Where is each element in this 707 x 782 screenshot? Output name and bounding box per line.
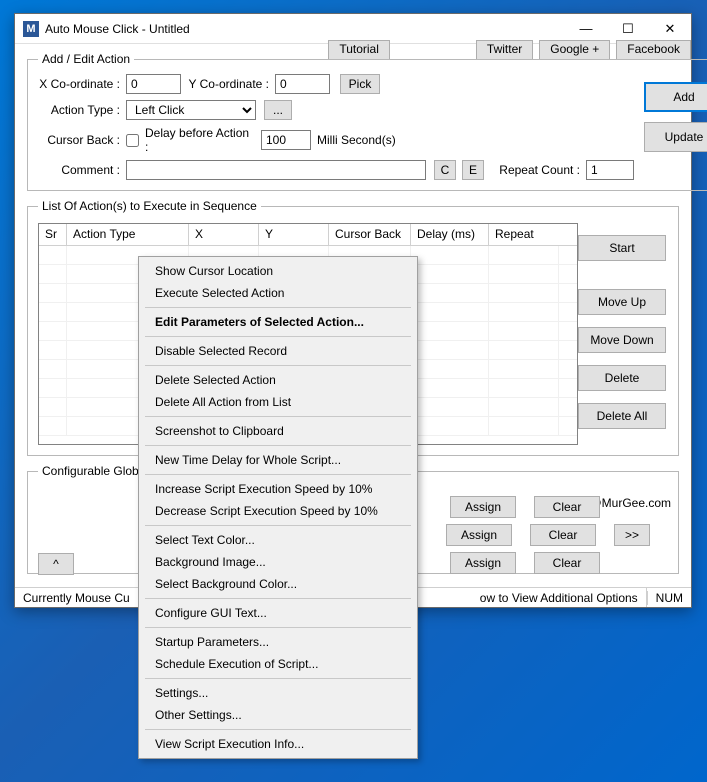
context-item[interactable]: Increase Script Execution Speed by 10% xyxy=(141,478,415,500)
repeat-count-input[interactable] xyxy=(586,160,634,180)
context-separator xyxy=(145,416,411,417)
y-coord-input[interactable] xyxy=(275,74,330,94)
col-x[interactable]: X xyxy=(189,224,259,245)
c-button[interactable]: C xyxy=(434,160,456,180)
context-item[interactable]: Schedule Execution of Script... xyxy=(141,653,415,675)
context-item[interactable]: Screenshot to Clipboard xyxy=(141,420,415,442)
context-separator xyxy=(145,365,411,366)
col-repeat[interactable]: Repeat xyxy=(489,224,559,245)
context-item[interactable]: Select Background Color... xyxy=(141,573,415,595)
context-separator xyxy=(145,525,411,526)
context-item[interactable]: Delete Selected Action xyxy=(141,369,415,391)
config-legend: Configurable Glob xyxy=(38,464,143,478)
delay-input[interactable] xyxy=(261,130,311,150)
context-item[interactable]: Background Image... xyxy=(141,551,415,573)
context-item[interactable]: Select Text Color... xyxy=(141,529,415,551)
maximize-button[interactable]: ☐ xyxy=(607,14,649,43)
table-header: Sr Action Type X Y Cursor Back Delay (ms… xyxy=(39,224,577,246)
repeat-count-label: Repeat Count : xyxy=(492,163,580,177)
col-sr[interactable]: Sr xyxy=(39,224,67,245)
delay-label: Delay before Action : xyxy=(145,126,255,154)
pick-button[interactable]: Pick xyxy=(340,74,380,94)
app-icon: M xyxy=(23,21,39,37)
assign-button-3[interactable]: Assign xyxy=(450,552,516,574)
context-separator xyxy=(145,678,411,679)
expand-button[interactable]: >> xyxy=(614,524,650,546)
delete-all-button[interactable]: Delete All xyxy=(578,403,666,429)
action-type-label: Action Type : xyxy=(38,103,120,117)
action-list-legend: List Of Action(s) to Execute in Sequence xyxy=(38,199,261,213)
context-item[interactable]: Execute Selected Action xyxy=(141,282,415,304)
x-coord-input[interactable] xyxy=(126,74,181,94)
close-button[interactable]: ✕ xyxy=(649,14,691,43)
start-button[interactable]: Start xyxy=(578,235,666,261)
context-separator xyxy=(145,598,411,599)
list-side-buttons: Start Move Up Move Down Delete Delete Al… xyxy=(578,235,668,429)
comment-label: Comment : xyxy=(38,163,120,177)
context-item[interactable]: Decrease Script Execution Speed by 10% xyxy=(141,500,415,522)
add-edit-legend: Add / Edit Action xyxy=(38,52,134,66)
right-button-column: Add Load Update Save xyxy=(644,82,707,152)
context-item[interactable]: Startup Parameters... xyxy=(141,631,415,653)
context-item[interactable]: New Time Delay for Whole Script... xyxy=(141,449,415,471)
context-separator xyxy=(145,445,411,446)
context-item[interactable]: Delete All Action from List xyxy=(141,391,415,413)
delete-button[interactable]: Delete xyxy=(578,365,666,391)
update-button[interactable]: Update xyxy=(644,122,707,152)
y-coord-label: Y Co-ordinate : xyxy=(187,77,269,91)
col-delay[interactable]: Delay (ms) xyxy=(411,224,489,245)
assign-button-2[interactable]: Assign xyxy=(446,524,512,546)
comment-input[interactable] xyxy=(126,160,426,180)
move-down-button[interactable]: Move Down xyxy=(578,327,666,353)
context-item[interactable]: Settings... xyxy=(141,682,415,704)
more-actions-button[interactable]: ... xyxy=(264,100,292,120)
col-y[interactable]: Y xyxy=(259,224,329,245)
caret-up-button[interactable]: ^ xyxy=(38,553,74,575)
context-separator xyxy=(145,307,411,308)
move-up-button[interactable]: Move Up xyxy=(578,289,666,315)
clear-button-1[interactable]: Clear xyxy=(534,496,600,518)
clear-button-2[interactable]: Clear xyxy=(530,524,596,546)
assign-button-1[interactable]: Assign xyxy=(450,496,516,518)
context-separator xyxy=(145,627,411,628)
context-item[interactable]: Edit Parameters of Selected Action... xyxy=(141,311,415,333)
window-title: Auto Mouse Click - Untitled xyxy=(45,22,565,36)
cursor-back-checkbox[interactable] xyxy=(126,134,139,147)
context-item[interactable]: View Script Execution Info... xyxy=(141,733,415,755)
delay-unit-label: Milli Second(s) xyxy=(317,133,396,147)
context-item[interactable]: Disable Selected Record xyxy=(141,340,415,362)
add-button[interactable]: Add xyxy=(644,82,707,112)
context-separator xyxy=(145,474,411,475)
context-item[interactable]: Show Cursor Location xyxy=(141,260,415,282)
col-action-type[interactable]: Action Type xyxy=(67,224,189,245)
minimize-button[interactable]: — xyxy=(565,14,607,43)
clear-button-3[interactable]: Clear xyxy=(534,552,600,574)
status-mouse: Currently Mouse Cu xyxy=(15,588,139,607)
context-separator xyxy=(145,729,411,730)
context-separator xyxy=(145,336,411,337)
context-menu[interactable]: Show Cursor LocationExecute Selected Act… xyxy=(138,256,418,759)
col-cursor-back[interactable]: Cursor Back xyxy=(329,224,411,245)
x-coord-label: X Co-ordinate : xyxy=(38,77,120,91)
context-item[interactable]: Other Settings... xyxy=(141,704,415,726)
cursor-back-label: Cursor Back : xyxy=(38,133,120,147)
context-item[interactable]: Configure GUI Text... xyxy=(141,602,415,624)
status-num: NUM xyxy=(647,591,691,605)
e-button[interactable]: E xyxy=(462,160,484,180)
action-type-select[interactable]: Left Click xyxy=(126,100,256,120)
add-edit-fieldset: Add / Edit Action Add Load Update Save X… xyxy=(27,52,707,191)
